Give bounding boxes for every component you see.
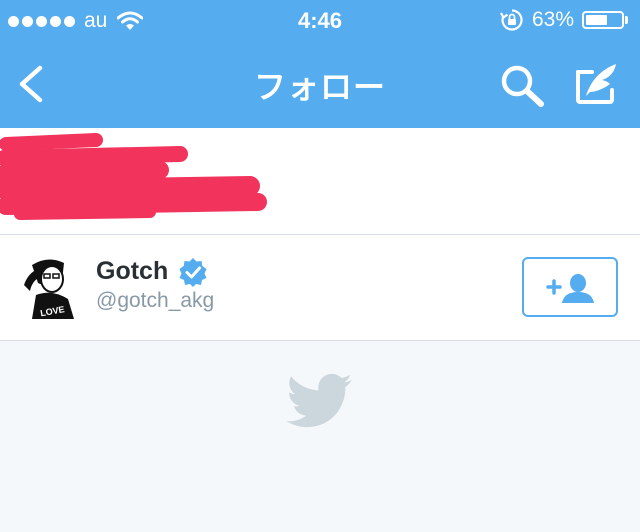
add-follow-icon xyxy=(546,274,594,303)
battery-icon xyxy=(582,11,624,29)
battery-fill xyxy=(586,15,607,25)
navigation-bar: フォロー xyxy=(0,40,640,128)
rotation-lock-icon xyxy=(500,9,523,31)
user-handle: @gotch_akg xyxy=(96,289,215,312)
search-icon[interactable] xyxy=(498,62,548,108)
follow-button[interactable] xyxy=(522,257,618,317)
twitter-bird-icon xyxy=(286,373,352,428)
header-bar: au 4:46 63% フォロー xyxy=(0,0,640,128)
avatar[interactable]: LOVE xyxy=(18,255,82,319)
battery-percent: 63% xyxy=(531,8,574,31)
compose-tweet-icon[interactable] xyxy=(572,60,620,108)
user-display-name: Gotch xyxy=(96,257,169,285)
redacted-list-item[interactable] xyxy=(0,128,640,235)
avatar-illustration: LOVE xyxy=(18,255,82,319)
status-right-group: 63% xyxy=(500,8,628,32)
status-bar: au 4:46 63% xyxy=(0,0,640,40)
verified-badge-icon xyxy=(179,258,207,287)
redaction-scribble xyxy=(0,133,267,220)
battery-tip xyxy=(625,16,628,24)
list-item[interactable]: LOVE Gotch @gotch_akg xyxy=(0,235,640,341)
